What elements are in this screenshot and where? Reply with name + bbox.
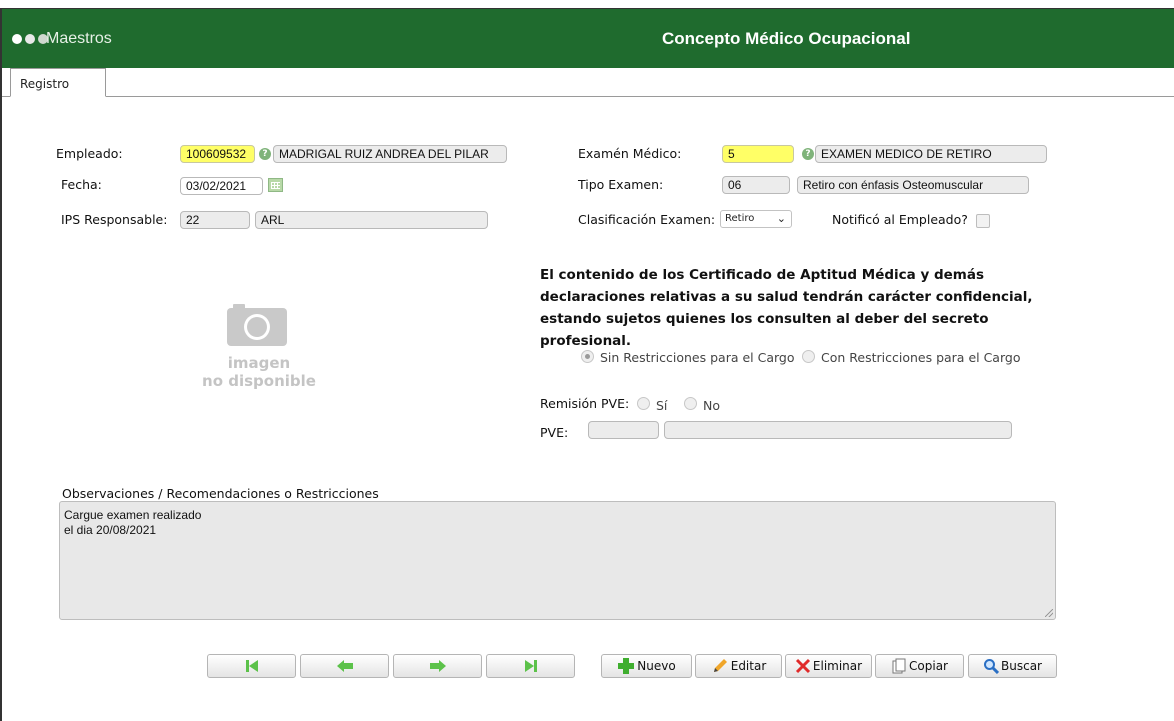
last-record-button[interactable] [486,654,575,678]
tab-bar: Registro [2,68,1174,97]
fecha-label: Fecha: [61,177,102,192]
ips-code-field[interactable]: 22 [180,211,250,229]
window-dots-icon [12,34,48,44]
chevron-down-icon: ⌄ [776,212,786,225]
con-restricciones-label: Con Restricciones para el Cargo [821,350,1021,365]
pve-name-field [664,421,1012,439]
examen-name-field: EXAMEN MEDICO DE RETIRO [815,145,1047,163]
copy-icon [892,658,906,674]
observaciones-text: Cargue examen realizado el dia 20/08/202… [64,508,202,537]
notifico-label: Notificó al Empleado? [832,212,968,227]
fecha-field[interactable]: 03/02/2021 [180,177,263,195]
previous-record-button[interactable] [300,654,389,678]
notifico-checkbox[interactable] [976,214,990,228]
editar-label: Editar [730,659,767,673]
calendar-icon[interactable] [268,178,283,192]
remision-label: Remisión PVE: [540,396,630,411]
magnifier-icon [984,659,999,674]
observaciones-label: Observaciones / Recomendaciones o Restri… [62,486,379,501]
sin-restricciones-radio[interactable] [581,350,594,363]
camera-icon [227,304,287,346]
arrow-left-icon [336,660,353,672]
copiar-label: Copiar [909,659,948,673]
tipo-examen-label: Tipo Examen: [578,177,664,192]
empleado-name-field: MADRIGAL RUIZ ANDREA DEL PILAR [273,145,507,163]
examen-code-field[interactable]: 5 [722,145,794,163]
remision-no-label: No [703,398,720,413]
resize-handle-icon[interactable] [1045,609,1053,617]
nuevo-button[interactable]: Nuevo [601,654,692,678]
help-icon[interactable]: ? [802,148,814,160]
ips-name-field: ARL [255,211,488,229]
confidentiality-notice: El contenido de los Certificado de Aptit… [540,267,1033,349]
help-icon[interactable]: ? [259,148,271,160]
pve-code-field[interactable] [588,421,659,439]
pve-label: PVE: [540,425,569,440]
no-image-line2: no disponible [202,372,316,390]
examen-label: Examén Médico: [578,146,682,161]
app-header: Maestros Concepto Médico Ocupacional [2,9,1174,68]
clasificacion-selected-value: Retiro [725,213,755,224]
arrow-right-icon [429,660,446,672]
observaciones-textarea[interactable]: Cargue examen realizado el dia 20/08/202… [59,501,1056,620]
page-title: Concepto Médico Ocupacional [662,29,911,48]
pencil-icon [713,659,727,672]
nuevo-label: Nuevo [637,659,676,673]
first-record-icon [245,660,258,672]
employee-photo-placeholder: imagen no disponible [190,302,340,402]
empleado-label: Empleado: [56,146,123,161]
no-image-line1: imagen [227,354,291,372]
remision-yes-label: Sí [656,398,668,413]
con-restricciones-radio[interactable] [802,350,815,363]
tab-registro[interactable]: Registro [10,68,106,97]
eliminar-label: Eliminar [812,659,863,673]
last-record-icon [524,660,537,672]
clasificacion-select[interactable]: Retiro ⌄ [720,210,792,228]
editar-button[interactable]: Editar [695,654,782,678]
ips-label: IPS Responsable: [61,212,168,227]
buscar-label: Buscar [1001,659,1042,673]
sin-restricciones-label: Sin Restricciones para el Cargo [600,350,795,365]
empleado-code-field[interactable]: 100609532 [180,145,255,163]
copiar-button[interactable]: Copiar [875,654,964,678]
buscar-button[interactable]: Buscar [968,654,1057,678]
tipo-examen-code-field[interactable]: 06 [722,176,790,194]
tipo-examen-name-field: Retiro con énfasis Osteomuscular [797,176,1029,194]
delete-x-icon [795,658,810,674]
clasificacion-label: Clasificación Examen: [578,212,716,227]
remision-no-radio[interactable] [684,397,697,410]
eliminar-button[interactable]: Eliminar [785,654,872,678]
remision-yes-radio[interactable] [637,397,650,410]
module-name[interactable]: Maestros [46,30,112,48]
plus-icon [618,658,635,674]
first-record-button[interactable] [207,654,296,678]
next-record-button[interactable] [393,654,482,678]
